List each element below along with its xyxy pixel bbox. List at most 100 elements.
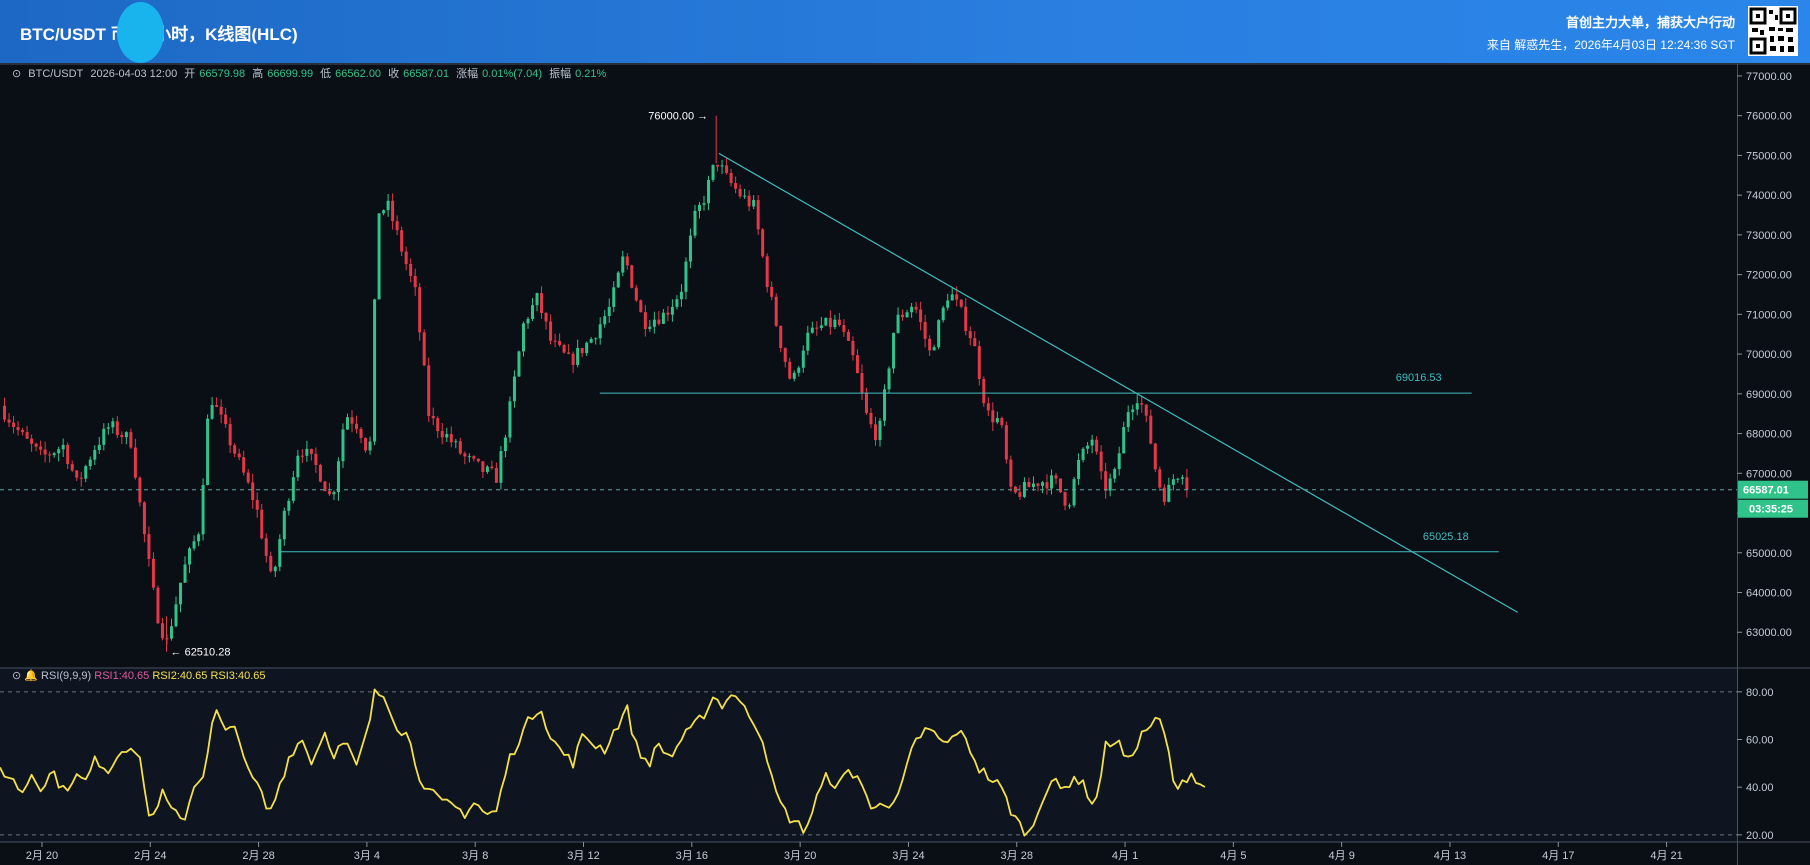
candle-body — [720, 165, 724, 167]
candle-body — [743, 195, 747, 197]
candle-body — [174, 604, 178, 627]
candle-body — [697, 204, 701, 211]
candle-body — [652, 319, 656, 327]
candle-body — [34, 443, 38, 447]
candle-body — [39, 446, 43, 450]
candle-body — [309, 448, 313, 454]
candle-body — [869, 412, 873, 425]
candle-body — [630, 265, 634, 288]
candle-body — [878, 420, 882, 441]
candle-body — [368, 441, 372, 451]
candle-body — [1135, 403, 1139, 410]
candle-body — [612, 287, 616, 307]
time-axis: 2月 20 2月 24 2月 28 3月 4 3月 8 3月 12 3月 16 3月 20 3月… — [26, 842, 1683, 862]
candle-body — [246, 472, 250, 483]
candle-body — [269, 555, 273, 572]
info-close-label: 收 — [388, 68, 400, 80]
candle-body — [968, 331, 972, 339]
candle-body — [115, 421, 119, 435]
time-tick-label: 2月 24 — [134, 850, 166, 862]
candle-body — [305, 448, 309, 456]
candle-body — [237, 453, 241, 458]
candle-body — [810, 327, 814, 333]
candle-body — [79, 477, 83, 479]
settings-toggle-icon[interactable]: ⊙ — [12, 68, 21, 80]
candle-body — [120, 434, 124, 438]
candlestick-chart[interactable]: 69016.53 65025.18 76000.00 → ← 62510.28 770… — [0, 0, 1810, 865]
rsi2-value: RSI2:40.65 — [152, 670, 208, 682]
candle-body — [481, 461, 485, 472]
bell-icon[interactable]: 🔔 — [24, 670, 38, 682]
candle-body — [1077, 459, 1081, 480]
candle-body — [224, 414, 228, 425]
candle-body — [3, 405, 7, 420]
candle-body — [188, 548, 192, 565]
candle-body — [61, 444, 65, 450]
candle-body — [490, 466, 494, 469]
candle-body — [449, 434, 453, 443]
candle-body — [255, 499, 259, 510]
time-tick-label: 4月 21 — [1650, 850, 1682, 862]
rsi-tick-label: 20.00 — [1746, 830, 1774, 842]
candle-body — [585, 342, 589, 354]
candle-body — [580, 347, 584, 354]
candle-body — [1131, 409, 1135, 413]
info-amp: 0.21% — [575, 68, 607, 80]
candle-body — [977, 346, 981, 379]
rsi-name: RSI(9,9,9) — [41, 670, 92, 682]
candle-body — [485, 466, 489, 472]
candle-body — [454, 441, 458, 443]
candle-body — [896, 314, 900, 333]
candle-body — [1049, 475, 1053, 489]
candle-body — [666, 312, 670, 315]
candle-body — [1167, 484, 1171, 502]
candle-body — [855, 355, 859, 374]
candle-body — [589, 338, 593, 343]
candle-body — [576, 347, 580, 365]
time-tick-label: 3月 24 — [892, 850, 924, 862]
time-tick-label: 3月 28 — [1001, 850, 1033, 862]
candle-body — [97, 444, 101, 450]
candle-body — [332, 492, 336, 495]
candle-body — [287, 500, 291, 511]
candle-body — [436, 418, 440, 432]
candle-body — [991, 410, 995, 423]
candle-body — [540, 293, 544, 313]
candle-body — [106, 427, 110, 429]
candle-body — [752, 200, 756, 207]
candle-body — [562, 344, 566, 353]
candle-body — [833, 319, 837, 328]
candle-body — [693, 210, 697, 236]
rsi-tick-label: 60.00 — [1746, 735, 1774, 747]
candle-body — [594, 338, 598, 340]
rsi-toggle-icon[interactable]: ⊙ — [12, 670, 21, 682]
candle-body — [160, 623, 164, 639]
candle-body — [729, 172, 733, 184]
candle-body — [30, 438, 34, 444]
candle-body — [648, 326, 652, 329]
candle-body — [1153, 443, 1157, 470]
candle-body — [679, 291, 683, 300]
rsi-tick-label: 80.00 — [1746, 687, 1774, 699]
candle-body — [1086, 445, 1090, 449]
candle-body — [111, 421, 115, 428]
candle-body — [923, 322, 927, 339]
candle-body — [1104, 471, 1108, 491]
candle-body — [774, 296, 778, 326]
time-tick-label: 4月 1 — [1112, 850, 1138, 862]
candle-body — [792, 372, 796, 379]
candle-body — [526, 318, 530, 324]
candle-body — [364, 437, 368, 451]
candle-body — [756, 200, 760, 230]
candle-body — [860, 373, 864, 393]
candle-body — [296, 455, 300, 478]
candle-body — [70, 464, 74, 471]
candle-body — [567, 352, 571, 354]
price-tick-label: 77000.00 — [1746, 71, 1792, 83]
candle-body — [124, 432, 128, 438]
time-tick-label: 3月 16 — [676, 850, 708, 862]
candle-body — [842, 325, 846, 332]
price-tick-label: 65000.00 — [1746, 548, 1792, 560]
candle-body — [747, 195, 751, 207]
candle-body — [151, 558, 155, 588]
